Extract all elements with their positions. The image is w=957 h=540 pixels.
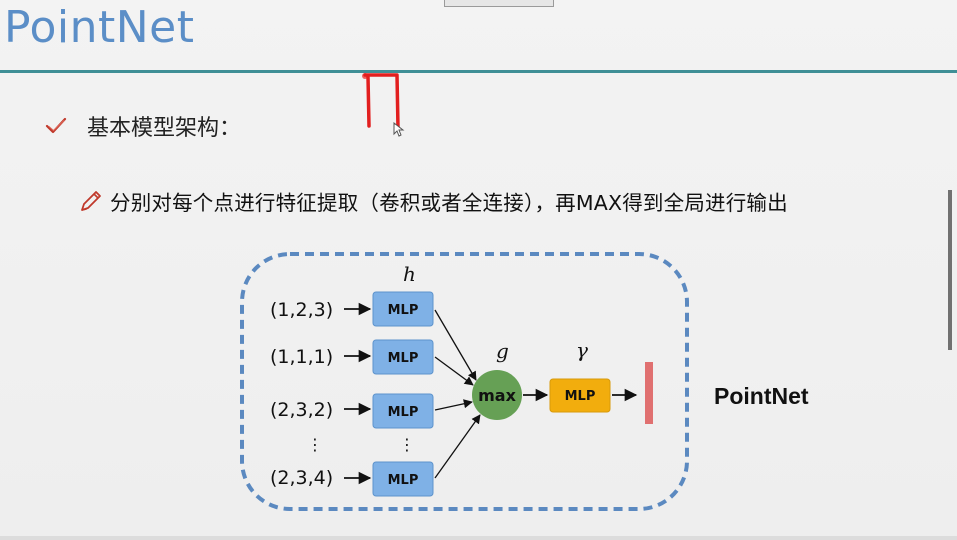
input-ellipsis: ⋮ — [307, 435, 323, 454]
bullet-item: 基本模型架构： — [44, 110, 241, 142]
input-label: (2,3,4) — [270, 467, 333, 489]
max-label: max — [478, 386, 516, 405]
mlp-label: MLP — [388, 405, 419, 420]
red-annotation — [362, 73, 400, 130]
slide-title: PointNet — [4, 2, 195, 53]
slide: PointNet 基本模型架构： 分别对每个点进行特征提取（卷积或者全连接），再… — [0, 0, 957, 540]
mlp-to-max-arrow — [434, 356, 474, 386]
input-label: (1,1,1) — [270, 346, 333, 368]
sub-bullet-item: 分别对每个点进行特征提取（卷积或者全连接），再MAX得到全局进行输出 — [78, 186, 788, 216]
input-label: (2,3,2) — [270, 399, 333, 421]
mlp-label: MLP — [388, 303, 419, 318]
cursor-icon — [393, 122, 405, 137]
bottom-border — [0, 536, 957, 540]
mlp-ellipsis: ⋮ — [399, 435, 415, 454]
title-divider — [0, 70, 957, 73]
pointnet-diagram: h (1,2,3) (1,1,1) (2,3,2) (2,3,4) ⋮ ⋮ ML… — [240, 252, 809, 511]
mlp-label: MLP — [388, 473, 419, 488]
input-label: (1,2,3) — [270, 299, 333, 321]
bullet-text: 基本模型架构： — [87, 116, 242, 141]
mlp-to-max-arrow — [434, 399, 473, 411]
g-label: g — [496, 339, 509, 363]
gamma-mlp-label: MLP — [565, 389, 596, 404]
pointnet-label: PointNet — [714, 383, 809, 409]
mlp-to-max-arrow — [434, 309, 477, 381]
scrollbar[interactable] — [948, 190, 952, 350]
pencil-icon — [81, 191, 101, 211]
mlp-label: MLP — [388, 351, 419, 366]
check-icon — [45, 117, 67, 134]
gamma-label: γ — [576, 338, 588, 362]
window-tab[interactable] — [444, 0, 554, 7]
h-label: h — [403, 262, 416, 286]
output-vector — [645, 362, 653, 424]
sub-bullet-text: 分别对每个点进行特征提取（卷积或者全连接），再MAX得到全局进行输出 — [110, 191, 788, 215]
mlp-to-max-arrow — [434, 414, 481, 479]
